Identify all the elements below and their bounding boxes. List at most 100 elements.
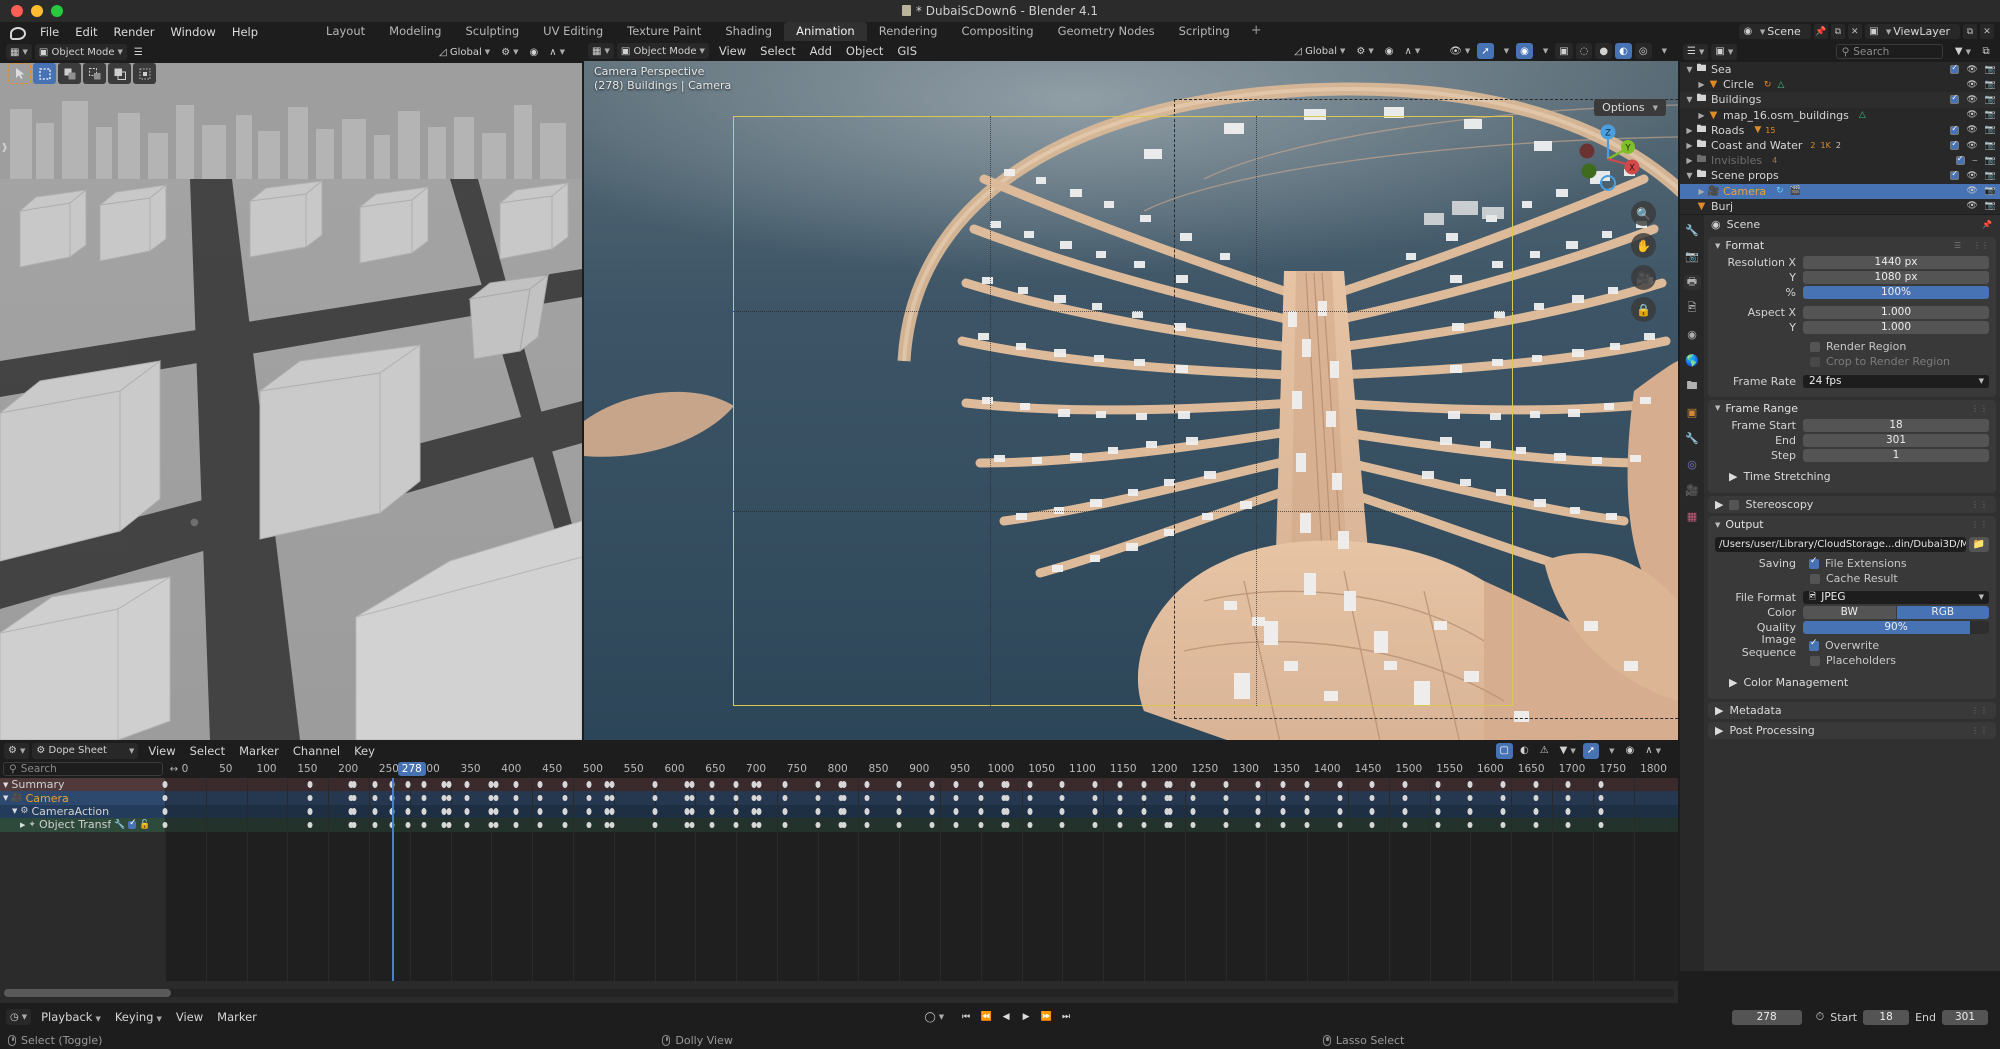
keyframe[interactable] xyxy=(1059,808,1065,815)
scene-selector[interactable]: ◉ ▼ Scene xyxy=(1738,24,1811,39)
keyframe[interactable] xyxy=(1167,794,1173,802)
tab-shading[interactable]: Shading xyxy=(713,22,784,41)
auto-snap-dropdown-icon[interactable]: ∧ ▼ xyxy=(1641,743,1665,759)
keyframe[interactable] xyxy=(1255,781,1261,788)
keyframe[interactable] xyxy=(1280,781,1286,788)
keyframe[interactable] xyxy=(929,808,935,815)
expand-chevron-icon[interactable]: ▼ xyxy=(1684,95,1695,104)
keyframe[interactable] xyxy=(1027,781,1033,788)
input-frame-step[interactable]: 1 xyxy=(1803,448,1989,462)
keyframe[interactable] xyxy=(1337,808,1343,815)
row-render-region[interactable]: Render Region xyxy=(1715,340,1989,354)
editor-type-icon-dope[interactable]: ⚙ ▼ xyxy=(4,742,30,759)
new-scene-icon[interactable]: ⧉ xyxy=(1830,24,1845,39)
editor-type-icon-left[interactable]: ▦ ▼ xyxy=(6,44,32,60)
channel-camera[interactable]: ▼ 🎥 Camera xyxy=(0,791,165,805)
shading-dropdown-icon[interactable]: ▼ xyxy=(1655,43,1671,59)
keyframe[interactable] xyxy=(841,821,847,829)
panel-format-header[interactable]: ▼ Format ☰ ⋮⋮ xyxy=(1708,237,1996,254)
outliner-item-invisibles[interactable]: ▶ 🖿 Invisibles 4 ⌣📷 xyxy=(1680,153,2000,168)
keyframe[interactable] xyxy=(1598,821,1604,829)
keyframe[interactable] xyxy=(351,781,357,788)
navigation-gizmo[interactable]: Z Y X xyxy=(1572,119,1644,191)
eye-icon[interactable]: 👁 xyxy=(1966,171,1977,181)
viewport-menu-select[interactable]: Select xyxy=(753,44,802,58)
keyframe[interactable] xyxy=(689,808,695,815)
object-mode-selector-left[interactable]: ▣ Object Mode ▼ xyxy=(34,44,127,60)
shading-material-icon[interactable]: ◐ xyxy=(1615,43,1632,59)
checkbox-render-region[interactable] xyxy=(1810,341,1820,352)
keyframe[interactable] xyxy=(929,781,935,788)
drag-grip-icon[interactable]: ⋮⋮ xyxy=(1971,726,1989,735)
keyframe[interactable] xyxy=(1467,821,1473,829)
keyframe[interactable] xyxy=(537,781,543,788)
keyframe[interactable] xyxy=(652,808,657,815)
keyframe[interactable] xyxy=(1027,808,1033,815)
outliner-display-mode[interactable]: ▣ ▼ xyxy=(1711,43,1738,60)
object-data-tab-icon[interactable]: 🎥 xyxy=(1684,483,1701,498)
keyframe[interactable] xyxy=(1402,781,1408,788)
keyframe[interactable] xyxy=(815,808,821,815)
camera-render-icon[interactable]: 📷 xyxy=(1985,201,1996,211)
tab-geometry-nodes[interactable]: Geometry Nodes xyxy=(1046,22,1167,41)
panel-metadata[interactable]: ▶ Metadata ⋮⋮ xyxy=(1708,701,1996,719)
view-layer-tab-icon[interactable]: 🖻 xyxy=(1684,301,1701,316)
keyframe[interactable] xyxy=(1500,781,1506,788)
keyframe[interactable] xyxy=(689,781,695,788)
keyframe[interactable] xyxy=(1533,794,1539,802)
eye-icon[interactable]: 👁 xyxy=(1966,186,1977,196)
keyframe[interactable] xyxy=(1467,781,1473,788)
keyframe[interactable] xyxy=(689,821,695,829)
panel-stereoscopy[interactable]: ▶ Stereoscopy ⋮⋮ xyxy=(1708,496,1996,513)
camera-render-icon[interactable]: 📷 xyxy=(1985,110,1996,120)
viewport-camera[interactable]: ▦ ▼ ▣ Object Mode ▼ View Select Add Object… xyxy=(584,41,1678,740)
expand-chevron-icon[interactable]: ▶ xyxy=(1696,187,1707,196)
keyframe[interactable] xyxy=(978,794,984,802)
keyframe[interactable] xyxy=(709,781,715,788)
keyframe[interactable] xyxy=(733,781,739,788)
outliner-row-toggles[interactable]: 👁📷 xyxy=(1950,63,1996,75)
outliner-search-input[interactable]: ⚲ Search xyxy=(1835,44,1943,59)
outliner-row-toggles[interactable]: 👁📷 xyxy=(1950,124,1996,135)
pan-hand-icon[interactable]: ✋ xyxy=(1631,233,1656,258)
auto-keying-icon[interactable]: ◯ ▼ xyxy=(920,1009,948,1025)
input-end-frame[interactable]: 301 xyxy=(1942,1009,1989,1025)
keyframe[interactable] xyxy=(1500,794,1506,802)
expand-chevron-icon[interactable]: ▼ xyxy=(1684,171,1695,180)
auto-snap-icon[interactable]: ◉ xyxy=(1622,743,1639,759)
collection-tab-icon[interactable]: 🖿 xyxy=(1684,379,1701,394)
row-file-extensions[interactable]: Saving File Extensions xyxy=(1715,556,1989,571)
keyframe[interactable] xyxy=(978,808,984,815)
dope-sheet-editor[interactable]: ⚙ ▼ ⚙ Dope Sheet ▼ View Select Marker Chan… xyxy=(0,741,1678,1003)
overlays-toggle-icon[interactable]: ◉ xyxy=(1516,43,1533,59)
keyframe[interactable] xyxy=(307,794,313,802)
expand-chevron-icon[interactable]: ▶ xyxy=(1696,111,1707,120)
render-tab-icon[interactable]: 📷 xyxy=(1684,249,1701,264)
tab-texture-paint[interactable]: Texture Paint xyxy=(615,22,713,41)
viewlayer-selector[interactable]: ▣ ▼ ViewLayer xyxy=(1864,24,1960,39)
keyframe[interactable] xyxy=(609,821,615,829)
dope-menu-marker[interactable]: Marker xyxy=(232,744,286,758)
keyframe[interactable] xyxy=(782,794,788,802)
keyframe[interactable] xyxy=(864,808,870,815)
jump-next-keyframe-button[interactable]: ⏩ xyxy=(1037,1009,1055,1025)
keyframe[interactable] xyxy=(1533,781,1539,788)
keyframe[interactable] xyxy=(709,808,715,815)
keyframe[interactable] xyxy=(652,821,657,829)
lock-icon[interactable]: 🔓 xyxy=(139,820,150,830)
checkbox-icon[interactable] xyxy=(1950,93,1960,105)
keyframe[interactable] xyxy=(1435,808,1441,815)
keyframe[interactable] xyxy=(1059,794,1065,802)
keyframe[interactable] xyxy=(372,821,378,829)
keyframe[interactable] xyxy=(841,794,847,802)
checkbox-icon[interactable] xyxy=(1950,63,1960,75)
keyframe[interactable] xyxy=(1223,821,1229,829)
keyframe[interactable] xyxy=(1304,821,1310,829)
keyframe[interactable] xyxy=(1402,821,1408,829)
eye-icon[interactable]: 👁 xyxy=(1966,80,1977,90)
keyframe[interactable] xyxy=(405,808,411,815)
keyframe[interactable] xyxy=(689,794,695,802)
menu-window[interactable]: Window xyxy=(162,23,223,41)
gizmo-dropdown-icon[interactable]: ▼ xyxy=(1497,43,1513,59)
eye-closed-icon[interactable]: ⌣ xyxy=(1972,156,1978,166)
